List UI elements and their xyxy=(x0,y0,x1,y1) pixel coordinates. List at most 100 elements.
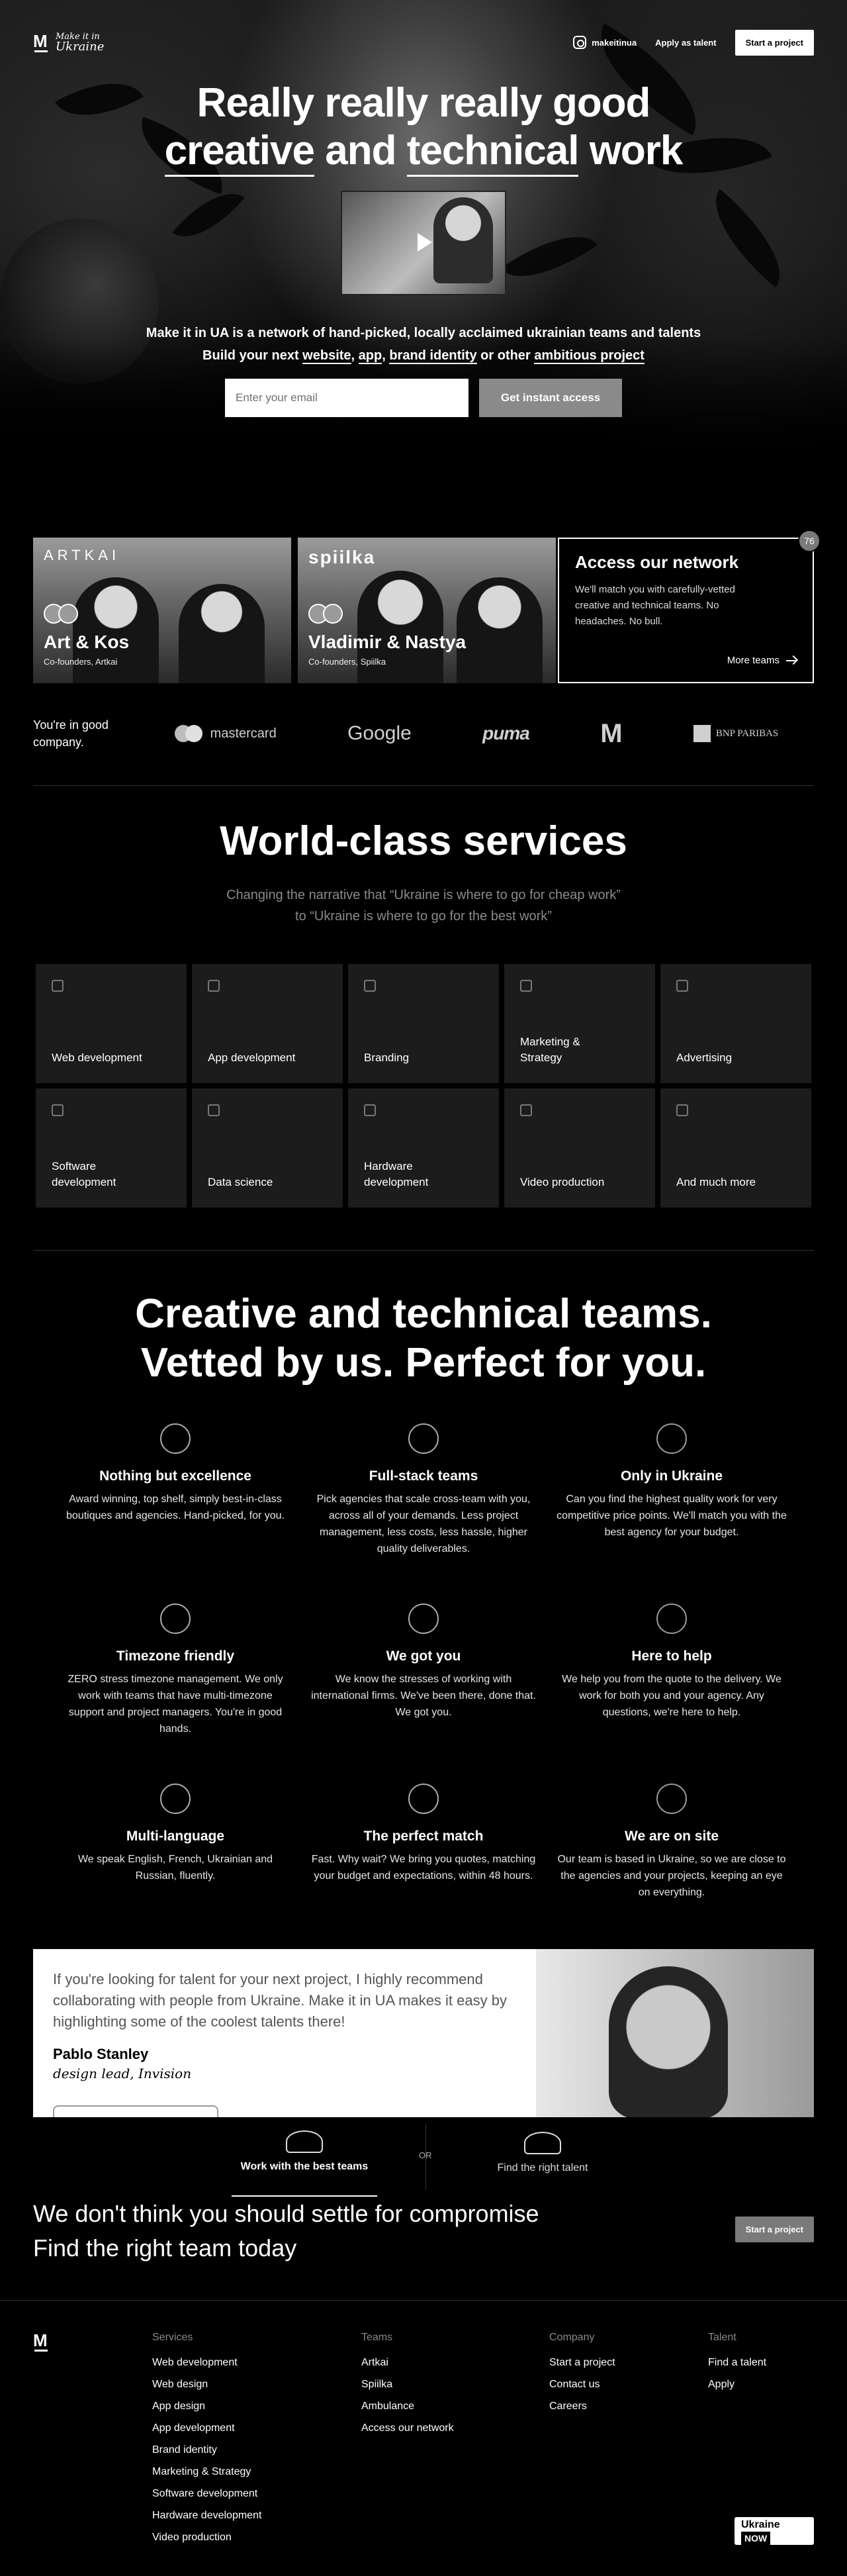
ukraine-now-badge[interactable]: Ukraine NOW xyxy=(735,2517,814,2545)
footer-link[interactable]: Marketing & Strategy xyxy=(152,2461,261,2483)
instagram-handle: makeitinua xyxy=(592,37,637,48)
footer-link[interactable]: Careers xyxy=(549,2395,615,2417)
footer-column-heading: Teams xyxy=(361,2332,393,2343)
features-title-line-2: Vetted by us. Perfect for you. xyxy=(140,1340,707,1386)
feature-title: Timezone friendly xyxy=(116,1648,235,1664)
feature-item: Multi-language We speak English, French, … xyxy=(60,1784,291,1937)
feature-title: Only in Ukraine xyxy=(620,1468,723,1484)
hero-title: Really really really good creative and t… xyxy=(0,79,847,177)
service-tile[interactable]: Hardware development xyxy=(348,1088,499,1208)
intro-video[interactable] xyxy=(341,191,506,295)
testimonial-name: Pablo Stanley xyxy=(53,2046,149,2062)
talent-icon xyxy=(524,2132,561,2154)
dollar-icon xyxy=(656,1423,687,1454)
ambitious-project-link[interactable]: ambitious project xyxy=(534,348,645,364)
footer-link[interactable]: Access our network xyxy=(361,2417,454,2439)
service-label: App development xyxy=(208,1051,296,1064)
service-tile[interactable]: App development xyxy=(192,964,343,1083)
team-brand: spiilka xyxy=(308,547,376,567)
services-subtitle: Changing the narrative that “Ukraine is … xyxy=(0,884,847,927)
email-input[interactable] xyxy=(225,379,468,417)
book-open-icon xyxy=(676,980,688,992)
app-link[interactable]: app xyxy=(358,348,382,364)
instagram-link[interactable]: makeitinua xyxy=(573,36,637,49)
feature-title: We are on site xyxy=(625,1829,719,1844)
service-tile[interactable]: Branding xyxy=(348,964,499,1083)
get-instant-access-button[interactable]: Get instant access xyxy=(479,379,622,417)
service-tile[interactable]: Video production xyxy=(504,1088,655,1208)
footer-link[interactable]: Contact us xyxy=(549,2373,615,2395)
footer-link[interactable]: Brand identity xyxy=(152,2439,261,2461)
clients-strip: You're in good company. mastercard Googl… xyxy=(33,714,814,753)
feature-text: Fast. Why wait? We bring you quotes, mat… xyxy=(311,1854,536,1882)
tab-work-with-teams[interactable]: Work with the best teams xyxy=(232,2117,377,2197)
services-grid: Web development App development Branding Ma… xyxy=(36,964,811,1208)
footer-link[interactable]: Find a talent xyxy=(708,2352,766,2373)
footer-link[interactable]: App design xyxy=(152,2395,261,2417)
mastercard-text: mastercard xyxy=(210,726,277,741)
footer-link[interactable]: App development xyxy=(152,2417,261,2439)
bnp-paribas-logo: BNP PARIBAS xyxy=(693,725,778,742)
service-tile[interactable]: Web development xyxy=(36,964,187,1083)
footer-link[interactable]: Video production xyxy=(152,2526,261,2548)
footer-link[interactable]: Ambulance xyxy=(361,2395,454,2417)
access-network-title: Access our network xyxy=(575,552,739,572)
logo[interactable]: Make it in Ukraine xyxy=(33,32,122,53)
service-tile[interactable]: Advertising xyxy=(660,964,811,1083)
smile-icon xyxy=(408,1603,439,1634)
footer-logo[interactable] xyxy=(33,2332,50,2352)
service-label: Software development xyxy=(52,1160,116,1188)
access-network-text: We'll match you with carefully-vetted cr… xyxy=(575,584,735,627)
apply-as-talent-link[interactable]: Apply as talent xyxy=(655,38,716,48)
team-role: Co-founders, Spiilka xyxy=(308,657,386,667)
service-tile[interactable]: Software development xyxy=(36,1088,187,1208)
feature-title: Full-stack teams xyxy=(369,1468,478,1484)
feature-text: We help you from the quote to the delive… xyxy=(562,1674,781,1718)
divider xyxy=(0,2300,847,2301)
footer-link[interactable]: Software development xyxy=(152,2483,261,2504)
tab-find-talent[interactable]: Find the right talent xyxy=(470,2117,615,2197)
footer-link[interactable]: Web development xyxy=(152,2352,261,2373)
cta-start-project-button[interactable]: Start a project xyxy=(735,2217,814,2242)
features-title: Creative and technical teams. Vetted by … xyxy=(0,1290,847,1388)
feature-text: ZERO stress timezone management. We only… xyxy=(67,1674,283,1735)
services-subtitle-line-2: to “Ukraine is where to go for the best … xyxy=(295,909,552,924)
client-logos: mastercard Google puma M BNP PARIBAS xyxy=(139,719,814,749)
service-tile[interactable]: Data science xyxy=(192,1088,343,1208)
footer-link[interactable]: Artkai xyxy=(361,2352,454,2373)
more-teams-link[interactable]: More teams xyxy=(727,655,797,666)
play-icon[interactable] xyxy=(418,233,432,252)
ukraine-now-bottom: NOW xyxy=(741,2532,771,2545)
tab-work-with-teams-label: Work with the best teams xyxy=(240,2161,369,2172)
footer-link[interactable]: Apply xyxy=(708,2373,766,2395)
footer-link[interactable]: Start a project xyxy=(549,2352,615,2373)
footer-link[interactable]: Web design xyxy=(152,2373,261,2395)
footer-link[interactable]: Spiilka xyxy=(361,2373,454,2395)
website-link[interactable]: website xyxy=(302,348,351,364)
access-network-card[interactable]: Access our network We'll match you with … xyxy=(558,530,821,683)
team-card-spiilka[interactable]: spiilka Vladimir & Nastya Co-founders, S… xyxy=(298,538,556,683)
service-label: And much more xyxy=(676,1176,756,1188)
testimonial-link-pill[interactable] xyxy=(53,2105,218,2119)
features-grid: Nothing but excellence Award winning, top… xyxy=(60,1423,787,1937)
puma-logo: puma xyxy=(482,723,530,743)
feature-item: Timezone friendly ZERO stress timezone ma… xyxy=(60,1603,291,1757)
feature-title: We got you xyxy=(386,1648,461,1664)
footer-link[interactable]: Hardware development xyxy=(152,2504,261,2526)
layout-icon xyxy=(52,980,64,992)
start-project-button[interactable]: Start a project xyxy=(735,29,814,56)
feature-text: Can you find the highest quality work fo… xyxy=(557,1494,787,1538)
testimonial-card: If you're looking for talent for your ne… xyxy=(33,1949,814,2119)
hero-title-work: work xyxy=(589,128,684,173)
services-title: World-class services xyxy=(220,818,627,864)
more-horizontal-icon xyxy=(676,1104,688,1116)
arrow-right-icon xyxy=(786,659,797,661)
brand-identity-link[interactable]: brand identity xyxy=(389,348,477,364)
service-tile[interactable]: Marketing & Strategy xyxy=(504,964,655,1083)
feature-text: Award winning, top shelf, simply best-in… xyxy=(66,1494,285,1521)
footer-column-heading: Talent xyxy=(708,2332,736,2343)
service-tile[interactable]: And much more xyxy=(660,1088,811,1208)
service-label: Hardware development xyxy=(364,1160,429,1188)
team-icon xyxy=(286,2130,323,2153)
team-card-artkai[interactable]: ARTKAI Art & Kos Co-founders, Artkai xyxy=(33,538,291,683)
